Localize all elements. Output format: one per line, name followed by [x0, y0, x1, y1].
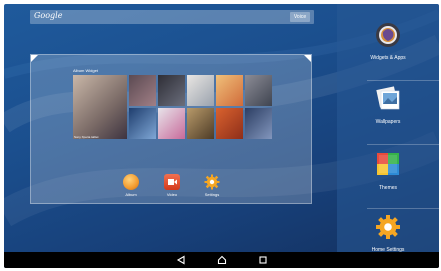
album-widget[interactable]: Album Widget Sony Xperia tablet [73, 68, 272, 140]
menu-widgets-apps[interactable]: Widgets & Apps [366, 22, 410, 61]
settings-gear-icon [204, 174, 220, 190]
search-label: Google [34, 11, 63, 20]
menu-divider [367, 208, 439, 209]
back-icon[interactable] [175, 254, 187, 266]
menu-home-settings[interactable]: Home Settings [366, 214, 410, 253]
album-tile[interactable] [245, 108, 272, 139]
dock-video-label: Video [166, 192, 178, 197]
resize-handle-top-right[interactable] [304, 55, 311, 62]
album-tile[interactable] [216, 108, 243, 139]
album-tile[interactable] [216, 75, 243, 106]
menu-wallpapers-label: Wallpapers [375, 119, 401, 125]
customize-menu: Widgets & Apps Wallpapers Themes Home Se… [337, 4, 439, 253]
menu-divider [367, 144, 439, 145]
album-tile[interactable]: Sony Xperia tablet [73, 75, 127, 139]
album-tile[interactable] [129, 108, 156, 139]
dock-settings[interactable]: Settings [200, 174, 224, 197]
video-icon [164, 174, 180, 190]
resize-handle-top-left[interactable] [31, 55, 38, 62]
menu-divider [367, 80, 439, 81]
dock-settings-label: Settings [204, 192, 220, 197]
home-screen-editor: Google Voice Album Widget Sony Xperia ta… [4, 4, 439, 268]
dock-album[interactable]: Album [119, 174, 143, 197]
widgets-apps-icon [376, 23, 400, 47]
menu-themes-label: Themes [378, 185, 398, 191]
album-tile[interactable] [187, 75, 214, 106]
menu-themes[interactable]: Themes [366, 150, 410, 191]
album-tile[interactable] [158, 75, 185, 106]
navigation-bar [4, 252, 439, 268]
voice-search-button[interactable]: Voice [290, 12, 310, 22]
dock-album-label: Album [125, 192, 137, 197]
home-icon[interactable] [216, 254, 228, 266]
album-tile[interactable] [245, 75, 272, 106]
dock-video[interactable]: Video [160, 174, 184, 197]
wallpapers-icon [376, 86, 400, 110]
album-tile[interactable] [129, 75, 156, 106]
recent-apps-icon[interactable] [257, 254, 269, 266]
home-settings-gear-icon [376, 215, 400, 239]
menu-widgets-apps-label: Widgets & Apps [370, 55, 406, 61]
album-tile[interactable] [187, 108, 214, 139]
album-tile[interactable] [158, 108, 185, 139]
themes-icon [377, 153, 399, 175]
album-tile-caption: Sony Xperia tablet [74, 135, 99, 139]
album-icon [123, 174, 139, 190]
menu-wallpapers[interactable]: Wallpapers [366, 86, 410, 125]
home-screen-preview[interactable]: Album Widget Sony Xperia tablet Album Vi… [30, 54, 312, 204]
album-widget-header: Album Widget [73, 68, 98, 73]
search-bar[interactable]: Google Voice [30, 10, 314, 24]
